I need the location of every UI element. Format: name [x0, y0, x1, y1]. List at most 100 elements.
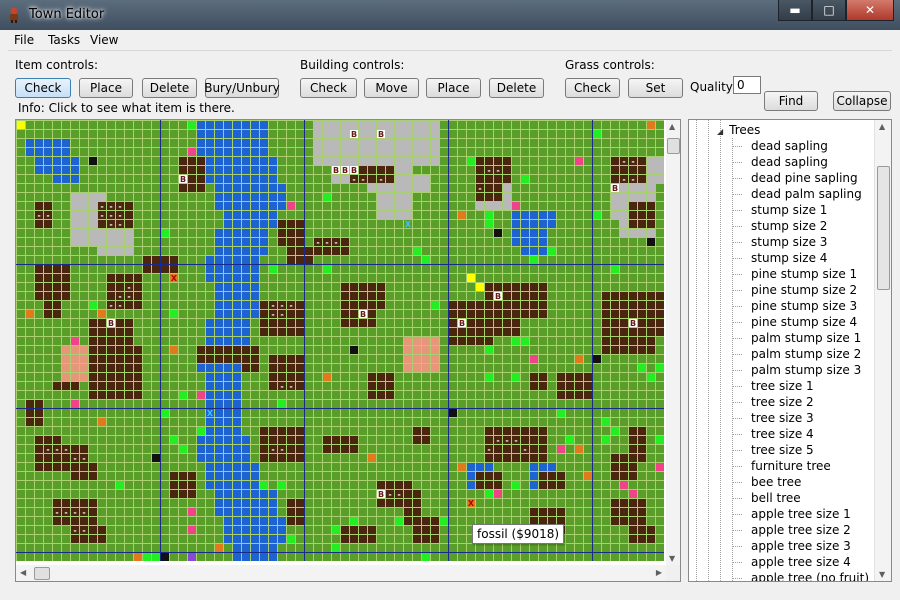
map-tile[interactable] — [152, 499, 160, 507]
map-tile[interactable] — [638, 193, 646, 201]
map-tile[interactable] — [395, 229, 403, 237]
map-tile[interactable] — [458, 382, 466, 390]
map-tile[interactable] — [485, 490, 493, 498]
map-tile[interactable] — [269, 400, 277, 408]
map-tile[interactable] — [647, 292, 655, 300]
map-tile[interactable] — [656, 184, 664, 192]
map-tile[interactable] — [71, 310, 79, 318]
scroll-right-icon[interactable]: ▶ — [656, 568, 662, 577]
map-tile[interactable] — [431, 121, 439, 129]
map-tile[interactable] — [296, 229, 304, 237]
map-tile[interactable] — [143, 220, 151, 228]
grass-check-button[interactable]: Check — [565, 78, 620, 98]
map-tile[interactable] — [476, 391, 484, 399]
map-tile[interactable] — [287, 247, 295, 255]
map-tile[interactable] — [233, 274, 241, 282]
map-tile[interactable] — [413, 337, 421, 345]
map-tile[interactable] — [521, 121, 529, 129]
map-tile[interactable] — [260, 121, 268, 129]
map-tile[interactable] — [287, 526, 295, 534]
map-tile[interactable] — [287, 436, 295, 444]
map-tile[interactable] — [242, 139, 250, 147]
map-tile[interactable] — [125, 184, 133, 192]
scroll-down-icon[interactable]: ▼ — [669, 554, 675, 563]
map-tile[interactable] — [197, 229, 205, 237]
map-tile[interactable] — [476, 292, 484, 300]
map-tile[interactable] — [386, 139, 394, 147]
map-tile[interactable] — [440, 274, 448, 282]
map-tile[interactable] — [422, 400, 430, 408]
map-tile[interactable] — [620, 382, 628, 390]
map-tile[interactable] — [53, 490, 61, 498]
map-tile[interactable] — [143, 544, 151, 552]
map-tile[interactable] — [656, 220, 664, 228]
map-tile[interactable] — [206, 526, 214, 534]
map-tile[interactable] — [314, 256, 322, 264]
map-tile[interactable] — [224, 382, 232, 390]
map-tile[interactable] — [485, 346, 493, 354]
map-tile[interactable] — [71, 391, 79, 399]
map-tile[interactable] — [575, 508, 583, 516]
map-tile[interactable] — [422, 184, 430, 192]
map-tile[interactable] — [251, 148, 259, 156]
map-tile[interactable] — [350, 373, 358, 381]
map-tile[interactable] — [566, 229, 574, 237]
map-tile[interactable] — [593, 481, 601, 489]
map-tile[interactable] — [26, 193, 34, 201]
map-tile[interactable] — [224, 274, 232, 282]
map-tile[interactable] — [170, 418, 178, 426]
map-tile[interactable] — [440, 346, 448, 354]
map-tile[interactable] — [656, 400, 664, 408]
map-tile[interactable] — [494, 553, 502, 561]
map-tile[interactable] — [575, 427, 583, 435]
map-tile[interactable] — [98, 301, 106, 309]
map-tile[interactable] — [530, 472, 538, 480]
map-tile[interactable] — [566, 391, 574, 399]
map-tile[interactable] — [611, 193, 619, 201]
map-tile[interactable] — [566, 382, 574, 390]
map-tile[interactable] — [26, 283, 34, 291]
map-tile[interactable] — [458, 400, 466, 408]
map-tile[interactable] — [539, 139, 547, 147]
map-tile[interactable] — [530, 265, 538, 273]
map-tile[interactable] — [287, 427, 295, 435]
map-tile[interactable] — [521, 508, 529, 516]
map-tile[interactable] — [566, 220, 574, 228]
map-tile[interactable] — [134, 328, 142, 336]
map-tile[interactable] — [593, 427, 601, 435]
map-tile[interactable] — [620, 391, 628, 399]
map-tile[interactable] — [440, 166, 448, 174]
map-tile[interactable] — [368, 463, 376, 471]
map-tile[interactable] — [368, 247, 376, 255]
map-tile[interactable] — [332, 472, 340, 480]
map-tile[interactable] — [143, 121, 151, 129]
map-tile[interactable] — [269, 166, 277, 174]
map-tile[interactable] — [395, 238, 403, 246]
map-tile[interactable] — [107, 175, 115, 183]
map-tile[interactable] — [143, 463, 151, 471]
map-tile[interactable] — [215, 238, 223, 246]
map-tile[interactable] — [161, 202, 169, 210]
map-tile[interactable] — [485, 292, 493, 300]
map-tile[interactable] — [89, 454, 97, 462]
map-tile[interactable] — [431, 148, 439, 156]
map-tile[interactable] — [305, 202, 313, 210]
map-tile[interactable] — [386, 337, 394, 345]
map-tile[interactable] — [449, 535, 457, 543]
map-tile[interactable] — [17, 436, 25, 444]
map-tile[interactable] — [566, 193, 574, 201]
map-tile[interactable] — [368, 238, 376, 246]
map-tile[interactable] — [80, 229, 88, 237]
map-tile[interactable] — [314, 427, 322, 435]
map-tile[interactable] — [485, 355, 493, 363]
map-tile[interactable] — [359, 229, 367, 237]
map-tile[interactable] — [467, 508, 475, 516]
map-tile[interactable] — [143, 166, 151, 174]
map-tile[interactable] — [125, 238, 133, 246]
map-tile[interactable] — [350, 301, 358, 309]
map-tile[interactable] — [251, 517, 259, 525]
map-tile[interactable] — [17, 328, 25, 336]
map-tile[interactable] — [332, 382, 340, 390]
map-tile[interactable] — [215, 157, 223, 165]
map-tile[interactable] — [566, 148, 574, 156]
